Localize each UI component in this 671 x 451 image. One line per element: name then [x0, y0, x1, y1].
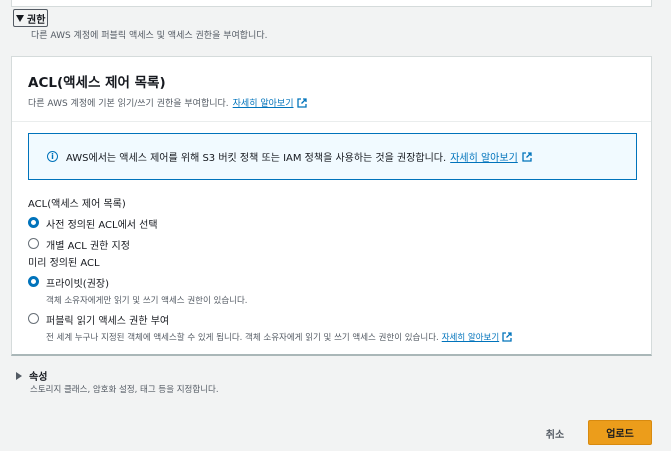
radio-label: 개별 ACL 권한 지정	[46, 241, 130, 252]
permissions-description: 다른 AWS 계정에 퍼블릭 액세스 및 액세스 권한을 부여합니다.	[31, 31, 268, 41]
radio-button[interactable]	[28, 238, 39, 249]
previous-panel-edge	[11, 0, 652, 7]
properties-title: 속성	[29, 372, 48, 383]
external-link-icon	[522, 151, 532, 162]
radio-label: 사전 정의된 ACL에서 선택	[46, 220, 158, 231]
radio-description: 객체 소유자에게만 읽기 및 쓰기 액세스 권한이 있습니다.	[46, 296, 248, 306]
acl-field-label: ACL(액세스 제어 목록)	[28, 199, 126, 210]
radio-public-read[interactable]: 퍼블릭 읽기 액세스 권한 부여 전 세계 누구나 지정된 객체에 액세스할 수…	[28, 312, 512, 343]
permissions-toggle-label: 권한	[27, 14, 46, 26]
caret-down-icon	[16, 14, 24, 22]
radio-description: 전 세계 누구나 지정된 객체에 액세스할 수 있게 됩니다. 객체 소유자에게…	[46, 331, 512, 343]
acl-panel-title: ACL(액세스 제어 목록)	[28, 75, 166, 91]
info-learn-more-link[interactable]: 자세히 알아보기	[450, 149, 518, 164]
radio-label: 퍼블릭 읽기 액세스 권한 부여	[46, 316, 170, 327]
info-icon: i	[47, 151, 58, 162]
learn-more-link[interactable]: 자세히 알아보기	[233, 96, 294, 109]
public-read-learn-more-link[interactable]: 자세히 알아보기	[442, 331, 499, 343]
external-link-icon	[297, 97, 308, 108]
radio-description-text: 전 세계 누구나 지정된 객체에 액세스할 수 있게 됩니다. 객체 소유자에게…	[46, 333, 439, 343]
caret-right-icon	[16, 371, 22, 380]
acl-panel-description: 다른 AWS 계정에 기본 읽기/쓰기 권한을 부여합니다. 자세히 알아보기	[28, 96, 308, 109]
panel-divider	[12, 121, 651, 122]
radio-label: 프라이빗(권장)	[46, 279, 110, 290]
info-alert: i AWS에서는 액세스 제어를 위해 S3 버킷 정책 또는 IAM 정책을 …	[28, 133, 637, 180]
upload-button[interactable]: 업로드	[588, 420, 652, 445]
properties-toggle[interactable]: 속성	[16, 368, 47, 383]
radio-private[interactable]: 프라이빗(권장) 객체 소유자에게만 읽기 및 쓰기 액세스 권한이 있습니다.	[28, 275, 247, 306]
info-alert-text: AWS에서는 액세스 제어를 위해 S3 버킷 정책 또는 IAM 정책을 사용…	[66, 153, 447, 164]
radio-button-selected[interactable]	[28, 276, 39, 287]
properties-description: 스토리지 클래스, 암호화 설정, 태그 등을 지정합니다.	[30, 385, 219, 395]
radio-individual-acl[interactable]: 개별 ACL 권한 지정	[28, 237, 130, 252]
cancel-button[interactable]: 취소	[536, 421, 574, 445]
radio-predefined-acl[interactable]: 사전 정의된 ACL에서 선택	[28, 216, 158, 231]
acl-panel-header: ACL(액세스 제어 목록) 다른 AWS 계정에 기본 읽기/쓰기 권한을 부…	[28, 71, 308, 109]
radio-button[interactable]	[28, 313, 39, 324]
acl-panel-description-text: 다른 AWS 계정에 기본 읽기/쓰기 권한을 부여합니다.	[28, 99, 229, 109]
radio-button-selected[interactable]	[28, 217, 39, 228]
acl-panel: ACL(액세스 제어 목록) 다른 AWS 계정에 기본 읽기/쓰기 권한을 부…	[11, 56, 652, 356]
permissions-toggle[interactable]: 권한	[13, 9, 49, 27]
external-link-icon	[502, 332, 512, 342]
predefined-acl-label: 미리 정의된 ACL	[28, 258, 100, 269]
